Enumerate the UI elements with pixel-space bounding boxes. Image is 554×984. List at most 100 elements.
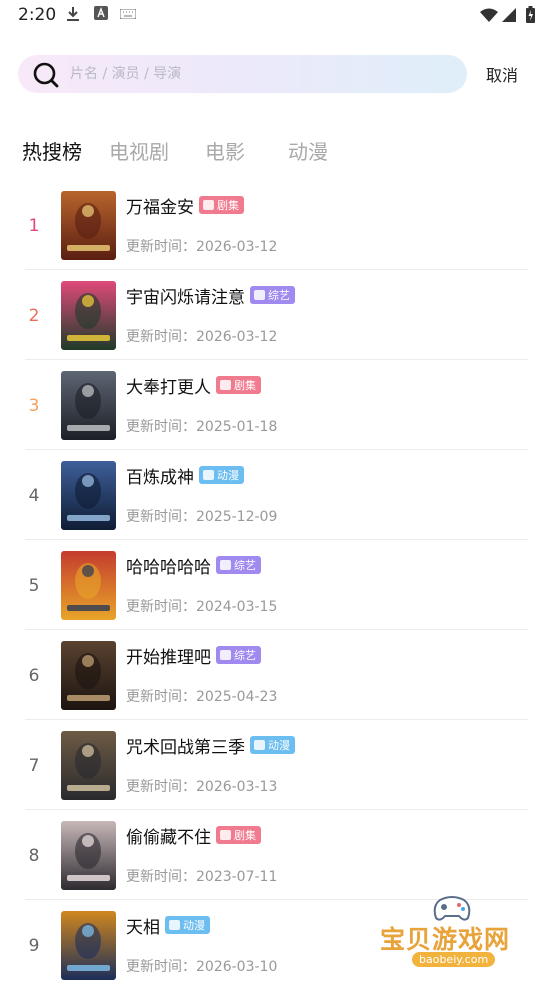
- badge-label: 综艺: [268, 289, 290, 302]
- battery-icon: [526, 6, 535, 23]
- title-row: 大奉打更人 剧集: [126, 373, 261, 398]
- signal-icon: [502, 8, 516, 22]
- rank-number: 5: [28, 576, 40, 596]
- item-title: 开始推理吧: [126, 647, 211, 668]
- list-item[interactable]: 1 万福金安 剧集更新时间：2026-03-12: [25, 180, 528, 270]
- list-item[interactable]: 5 哈哈哈哈哈 综艺更新时间：2024-03-15: [25, 540, 528, 630]
- update-time: 更新时间：2026-03-12: [126, 326, 277, 346]
- cancel-button[interactable]: 取消: [486, 62, 518, 86]
- poster-image: [61, 641, 116, 710]
- title-row: 偷偷藏不住 剧集: [126, 823, 261, 848]
- poster-image: [61, 281, 116, 350]
- search-icon: [33, 62, 59, 88]
- category-badge: 综艺: [216, 556, 261, 574]
- update-date: 2026-03-10: [196, 959, 278, 975]
- wifi-icon: [480, 8, 498, 22]
- list-item[interactable]: 6 开始推理吧 综艺更新时间：2025-04-23: [25, 630, 528, 720]
- badge-label: 动漫: [183, 919, 205, 932]
- category-icon: [220, 830, 231, 840]
- category-badge: 动漫: [165, 916, 210, 934]
- item-title: 大奉打更人: [126, 377, 211, 398]
- category-tabs: 热搜榜 电视剧 电影 动漫: [0, 136, 554, 170]
- status-time: 2:20: [18, 5, 57, 25]
- category-badge: 动漫: [250, 736, 295, 754]
- title-row: 哈哈哈哈哈 综艺: [126, 553, 261, 578]
- update-prefix: 更新时间：: [126, 869, 196, 885]
- badge-label: 剧集: [234, 829, 256, 842]
- watermark-url: baobeiy.com: [412, 952, 496, 967]
- badge-label: 动漫: [217, 469, 239, 482]
- category-badge: 动漫: [199, 466, 244, 484]
- category-badge: 综艺: [216, 646, 261, 664]
- category-icon: [220, 380, 231, 390]
- title-row: 宇宙闪烁请注意 综艺: [126, 283, 295, 308]
- category-icon: [254, 290, 265, 300]
- badge-label: 动漫: [268, 739, 290, 752]
- update-prefix: 更新时间：: [126, 689, 196, 705]
- category-icon: [220, 650, 231, 660]
- update-date: 2026-03-13: [196, 779, 278, 795]
- update-date: 2025-01-18: [196, 419, 278, 435]
- update-time: 更新时间：2026-03-13: [126, 776, 277, 796]
- category-icon: [203, 470, 214, 480]
- item-title: 天相: [126, 917, 160, 938]
- rank-number: 6: [28, 666, 40, 686]
- title-row: 开始推理吧 综艺: [126, 643, 261, 668]
- item-title: 百炼成神: [126, 467, 194, 488]
- tab-hot-search[interactable]: 热搜榜: [22, 136, 82, 165]
- category-icon: [203, 200, 214, 210]
- title-row: 天相 动漫: [126, 913, 210, 938]
- tab-movie[interactable]: 电影: [205, 136, 245, 165]
- poster-image: [61, 371, 116, 440]
- poster-image: [61, 731, 116, 800]
- title-row: 百炼成神 动漫: [126, 463, 244, 488]
- list-item[interactable]: 2 宇宙闪烁请注意 综艺 更新时间：2026-03-12: [25, 270, 528, 360]
- update-prefix: 更新时间：: [126, 779, 196, 795]
- update-date: 2024-03-15: [196, 599, 278, 615]
- update-date: 2026-03-12: [196, 329, 278, 345]
- list-item[interactable]: 7 咒术回战第三季 动漫 更新时间：2026-03-13: [25, 720, 528, 810]
- update-prefix: 更新时间：: [126, 419, 196, 435]
- update-time: 更新时间：2025-04-23: [126, 686, 277, 706]
- tab-tv-series[interactable]: 电视剧: [109, 136, 169, 165]
- list-item[interactable]: 3 大奉打更人 剧集更新时间：2025-01-18: [25, 360, 528, 450]
- rank-number: 3: [28, 396, 40, 416]
- poster-image: [61, 461, 116, 530]
- tab-anime[interactable]: 动漫: [288, 136, 328, 165]
- update-prefix: 更新时间：: [126, 239, 196, 255]
- update-prefix: 更新时间：: [126, 959, 196, 975]
- list-item[interactable]: 8 偷偷藏不住 剧集更新时间：2023-07-11: [25, 810, 528, 900]
- badge-label: 剧集: [234, 379, 256, 392]
- item-title: 宇宙闪烁请注意: [126, 287, 245, 308]
- badge-label: 综艺: [234, 559, 256, 572]
- list-item[interactable]: 4 百炼成神 动漫 更新时间：2025-12-09: [25, 450, 528, 540]
- download-icon: [67, 7, 79, 21]
- rank-number: 8: [28, 846, 40, 866]
- update-time: 更新时间：2025-01-18: [126, 416, 277, 436]
- badge-label: 剧集: [217, 199, 239, 212]
- category-badge: 剧集: [199, 196, 244, 214]
- category-icon: [169, 920, 180, 930]
- rank-number: 9: [28, 936, 40, 956]
- category-icon: [254, 740, 265, 750]
- search-box[interactable]: [18, 55, 467, 93]
- rank-number: 1: [28, 216, 40, 236]
- search-input[interactable]: [70, 55, 450, 93]
- item-title: 哈哈哈哈哈: [126, 557, 211, 578]
- update-time: 更新时间：2026-03-12: [126, 236, 277, 256]
- poster-image: [61, 551, 116, 620]
- gamepad-icon: [433, 896, 471, 921]
- status-bar: 2:20: [0, 0, 554, 30]
- item-title: 偷偷藏不住: [126, 827, 211, 848]
- update-prefix: 更新时间：: [126, 599, 196, 615]
- category-badge: 剧集: [216, 826, 261, 844]
- title-row: 咒术回战第三季 动漫: [126, 733, 295, 758]
- keyboard-icon: [120, 9, 136, 19]
- update-time: 更新时间：2026-03-10: [126, 956, 277, 976]
- update-prefix: 更新时间：: [126, 509, 196, 525]
- a-keyboard-icon: [94, 6, 108, 20]
- update-time: 更新时间：2023-07-11: [126, 866, 277, 886]
- site-watermark: 宝贝游戏网 baobeiy.com: [372, 890, 532, 980]
- title-row: 万福金安 剧集: [126, 193, 244, 218]
- update-date: 2025-12-09: [196, 509, 278, 525]
